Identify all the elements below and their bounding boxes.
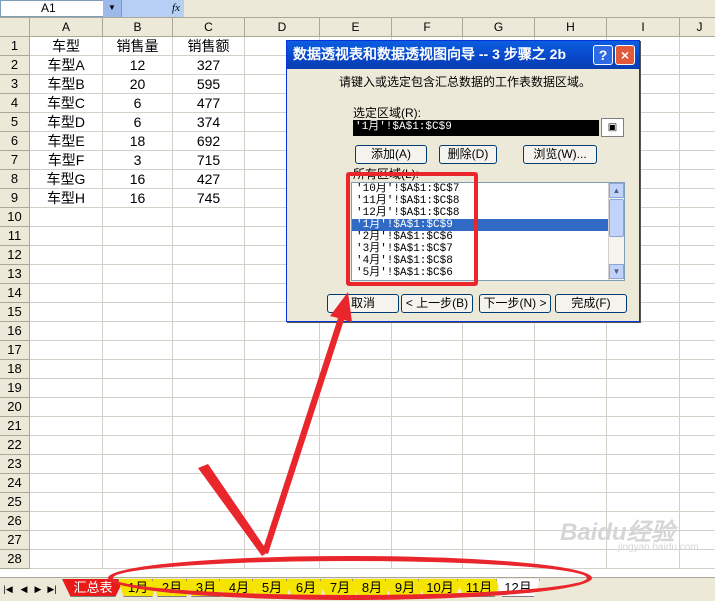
arrow-tail-icon bbox=[198, 464, 268, 556]
annotation-arrows bbox=[198, 292, 352, 556]
arrow-up-icon bbox=[262, 292, 352, 554]
